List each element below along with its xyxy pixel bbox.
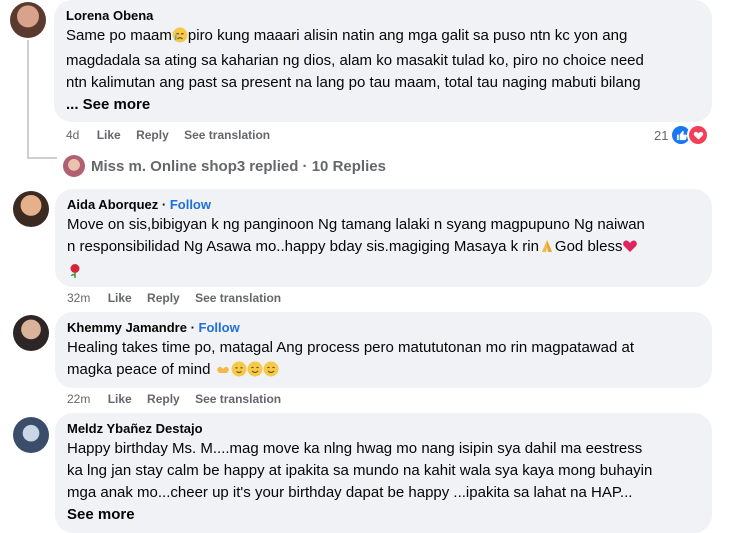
reply-button[interactable]: Reply [136,128,169,142]
comment-author[interactable]: Lorena Obena [66,8,700,23]
see-more-link[interactable]: See more [67,506,135,523]
smiling-face-emoji-icon [247,361,263,384]
like-button[interactable]: Like [108,291,132,305]
replier-name: Miss m. Online shop3 [91,157,246,175]
comment-bubble: Meldz Ybañez Destajo Happy birthday Ms. … [55,413,712,533]
comment-time[interactable]: 4d [66,128,79,142]
rose-emoji-icon [67,263,83,286]
like-button[interactable]: Like [108,392,132,406]
love-icon [687,124,710,146]
reaction-count: 21 [654,127,669,143]
avatar[interactable] [13,315,49,351]
avatar[interactable] [10,2,46,38]
comment-author[interactable]: Khemmy Jamandre [67,320,187,335]
follow-button[interactable]: Follow [199,320,240,335]
see-translation-link[interactable]: See translation [195,392,281,406]
reaction-summary[interactable]: 21 [654,124,710,146]
avatar[interactable] [13,417,49,453]
comment-bubble: Lorena Obena Same po maam piro kung maaar… [54,0,712,122]
comment-actions: 22m Like Reply See translation [67,392,281,406]
comment-author[interactable]: Meldz Ybañez Destajo [67,421,700,436]
thread-line [27,40,29,158]
smiling-face-emoji-icon [263,361,279,384]
avatar[interactable] [13,191,49,227]
comment-time[interactable]: 22m [67,392,90,406]
heart-hands-emoji-icon [215,361,231,384]
see-more-link[interactable]: ... See more [66,96,150,113]
comment-text: Happy birthday Ms. M....mag move ka nlng… [67,440,653,523]
comment-time[interactable]: 32m [67,291,90,305]
view-replies-link[interactable]: Miss m. Online shop3 replied · 10 Replie… [63,155,386,177]
follow-button[interactable]: Follow [170,197,211,212]
replies-count: replied · 10 Replies [249,157,386,175]
dot-separator: · [161,197,170,212]
comment-actions: 32m Like Reply See translation [67,291,281,305]
reply-button[interactable]: Reply [147,291,180,305]
comment-author[interactable]: Aida Aborquez [67,197,158,212]
dot-separator: · [190,320,199,335]
thread-line-branch [27,157,57,159]
comment-bubble: Khemmy Jamandre · Follow Healing takes t… [55,312,712,388]
praying-hands-emoji-icon [539,238,555,261]
see-translation-link[interactable]: See translation [195,291,281,305]
comment-text: Same po maam piro kung maaari alisin nati… [66,27,644,113]
heart-emoji-icon [622,238,638,261]
reply-button[interactable]: Reply [147,392,180,406]
comment-text: Move on sis,bibigyan k ng panginoon Ng t… [67,214,700,286]
like-button[interactable]: Like [97,128,121,142]
crying-face-emoji-icon [172,27,188,50]
relieved-face-emoji-icon [231,361,247,384]
comment-bubble: Aida Aborquez · Follow Move on sis,bibig… [55,189,712,287]
comment-actions: 4d Like Reply See translation [66,128,270,142]
avatar [63,155,85,177]
comment-text: Healing takes time po, matagal Ang proce… [67,337,700,384]
see-translation-link[interactable]: See translation [184,128,270,142]
